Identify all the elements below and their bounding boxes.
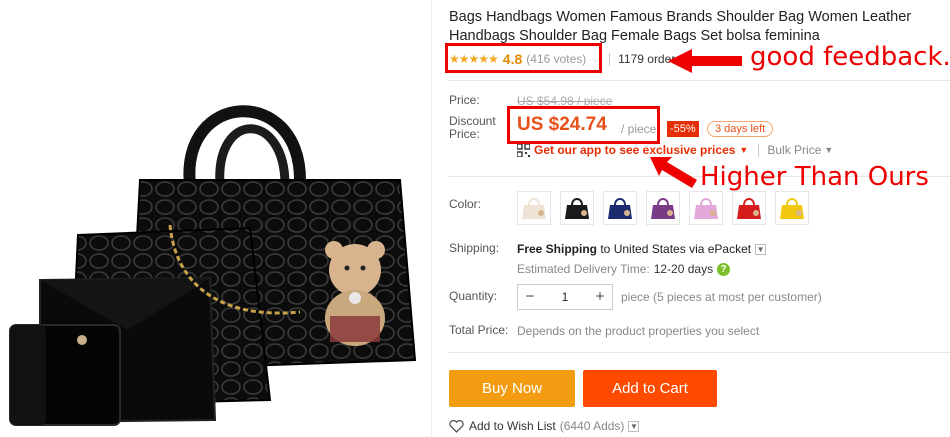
color-swatch-purple[interactable]: [646, 191, 680, 225]
color-swatch-navy[interactable]: [603, 191, 637, 225]
total-price-label: Total Price:: [449, 323, 509, 337]
color-swatches: [517, 191, 818, 225]
quantity-input[interactable]: 1: [542, 290, 588, 304]
color-swatch-red[interactable]: [732, 191, 766, 225]
bag-thumbnail-icon: [780, 198, 804, 219]
bulk-price-dropdown[interactable]: Bulk Price: [767, 143, 821, 157]
color-swatch-beige[interactable]: [517, 191, 551, 225]
bag-thumbnail-icon: [737, 198, 761, 219]
free-shipping-text: Free Shipping: [517, 242, 598, 256]
chevron-down-icon[interactable]: ▼: [755, 244, 767, 256]
chevron-down-icon[interactable]: ▼: [628, 420, 640, 432]
bag-thumbnail-icon: [651, 198, 675, 219]
price-label: Price:: [449, 93, 480, 107]
discount-price-label: Discount Price:: [449, 115, 496, 141]
chevron-down-icon[interactable]: ▼: [739, 145, 748, 155]
bag-thumbnail-icon: [608, 198, 632, 219]
shipping-label: Shipping:: [449, 241, 500, 255]
product-title-text: Bags Handbags Women Famous Brands Should…: [449, 9, 912, 44]
app-exclusive-price-link[interactable]: Get our app to see exclusive prices: [534, 143, 735, 157]
qr-code-icon: [517, 143, 530, 157]
app-price-row: Get our app to see exclusive prices ▼ Bu…: [517, 143, 833, 157]
delivery-time: Estimated Delivery Time: 12-20 days?: [517, 262, 731, 277]
days-left-badge: 3 days left: [707, 121, 774, 137]
divider: [758, 143, 760, 157]
color-swatch-black[interactable]: [560, 191, 594, 225]
rating-highlight-box: [445, 43, 602, 73]
discount-label-line2: Price:: [449, 127, 480, 141]
discount-badge: -55%: [667, 121, 699, 137]
higher-than-ours-annotation: Higher Than Ours: [700, 162, 929, 192]
bag-thumbnail-icon: [522, 198, 546, 219]
chevron-down-icon[interactable]: ▼: [824, 145, 833, 155]
divider: [449, 80, 950, 81]
wishlist-count: (6440 Adds): [559, 419, 625, 433]
wishlist-row[interactable]: Add to Wish List (6440 Adds) ▼: [449, 419, 640, 433]
quantity-limit-note: piece (5 pieces at most per customer): [621, 290, 822, 304]
color-label: Color:: [449, 197, 482, 211]
product-image[interactable]: [0, 0, 432, 437]
handbag-set-illustration: [9, 105, 417, 426]
delivery-time-label: Estimated Delivery Time:: [517, 262, 650, 276]
color-swatch-pink[interactable]: [689, 191, 723, 225]
discount-label-line1: Discount: [449, 114, 496, 128]
shipping-destination: to United States via ePacket: [597, 242, 752, 256]
heart-icon[interactable]: [449, 419, 464, 433]
quantity-label: Quantity:: [449, 289, 498, 303]
divider: [449, 352, 950, 353]
delivery-days: 12-20 days: [653, 262, 714, 276]
shipping-method[interactable]: Free Shipping to United States via ePack…: [517, 242, 767, 256]
bag-thumbnail-icon: [565, 198, 589, 219]
quantity-decrease-button[interactable]: −: [518, 285, 542, 309]
add-to-cart-button[interactable]: Add to Cart: [583, 370, 717, 407]
help-icon[interactable]: ?: [717, 263, 731, 277]
product-page: Bags Handbags Women Famous Brands Should…: [0, 0, 950, 437]
buy-now-button[interactable]: Buy Now: [449, 370, 575, 407]
bag-thumbnail-icon: [694, 198, 718, 219]
good-feedback-annotation: good feedback.: [750, 42, 950, 72]
quantity-increase-button[interactable]: +: [588, 285, 612, 309]
product-title: Bags Handbags Women Famous Brands Should…: [449, 8, 949, 46]
color-swatch-yellow[interactable]: [775, 191, 809, 225]
divider: [609, 52, 611, 66]
add-to-wishlist-link[interactable]: Add to Wish List: [469, 419, 556, 433]
quantity-stepper: − 1 +: [517, 284, 613, 310]
price-highlight-box: [507, 106, 660, 144]
orders-count: 1179 orders: [618, 52, 682, 66]
total-price-note: Depends on the product properties you se…: [517, 324, 760, 338]
